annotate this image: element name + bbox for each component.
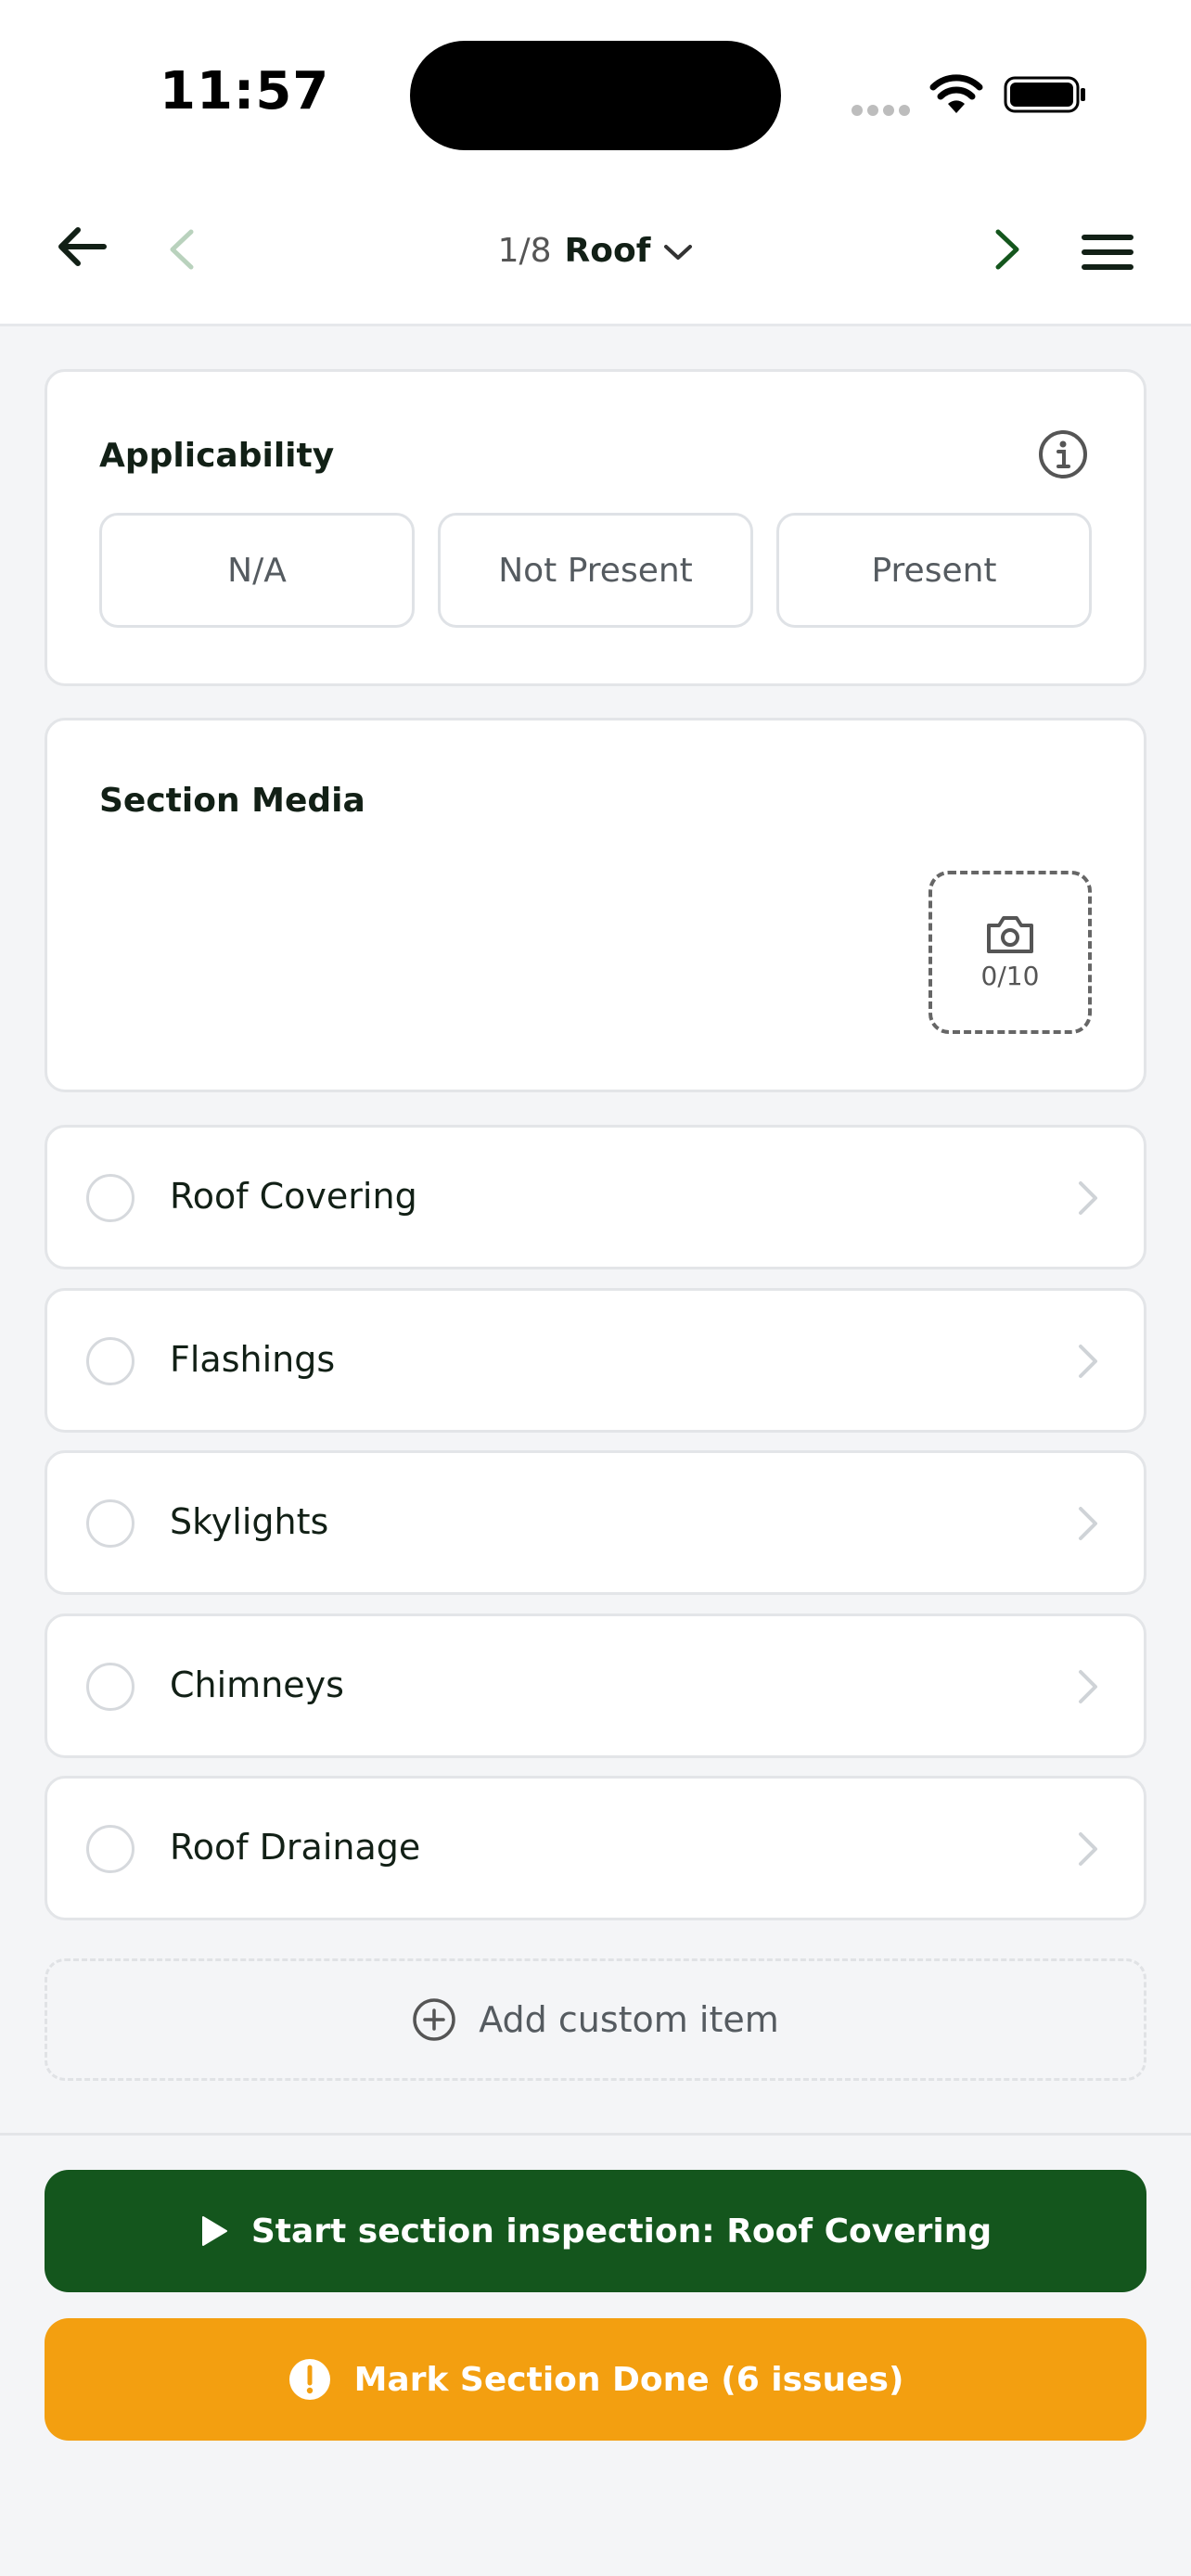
- camera-icon: [987, 915, 1033, 953]
- item-label: Skylights: [170, 1501, 329, 1542]
- list-item-roof-covering[interactable]: Roof Covering: [45, 1125, 1146, 1269]
- item-label: Roof Drainage: [170, 1827, 421, 1868]
- chevron-right-icon: [1079, 1345, 1097, 1378]
- section-name: Roof: [564, 232, 651, 270]
- chevron-right-icon: [1079, 1507, 1097, 1540]
- list-item-flashings[interactable]: Flashings: [45, 1288, 1146, 1433]
- photo-count: 0/10: [980, 960, 1040, 991]
- start-section-inspection-button[interactable]: Start section inspection: Roof Covering: [45, 2170, 1146, 2292]
- list-item-roof-drainage[interactable]: Roof Drainage: [45, 1776, 1146, 1920]
- next-section-chevron-icon[interactable]: [994, 228, 1022, 271]
- play-icon: [201, 2216, 227, 2246]
- add-custom-item-button[interactable]: Add custom item: [45, 1958, 1146, 2081]
- cellular-signal-icon: [852, 102, 915, 120]
- item-status-circle[interactable]: [86, 1499, 134, 1548]
- section-media-card: Section Media 0/10: [45, 718, 1146, 1092]
- dynamic-island: [410, 41, 781, 150]
- chevron-down-icon: [664, 245, 693, 260]
- header: 11:57 1/8 Roof: [0, 0, 1191, 326]
- section-count: 1/8: [497, 232, 552, 270]
- list-item-skylights[interactable]: Skylights: [45, 1450, 1146, 1595]
- wifi-icon: [929, 74, 983, 113]
- start-section-inspection-label: Start section inspection: Roof Covering: [250, 2212, 992, 2251]
- item-status-circle[interactable]: [86, 1174, 134, 1222]
- list-item-chimneys[interactable]: Chimneys: [45, 1613, 1146, 1758]
- alert-circle-icon: [288, 2359, 330, 2400]
- mark-section-done-button[interactable]: Mark Section Done (6 issues): [45, 2318, 1146, 2441]
- applicability-title: Applicability: [99, 437, 335, 475]
- applicability-card: Applicability N/A Not Present Present: [45, 369, 1146, 686]
- chevron-right-icon: [1079, 1181, 1097, 1215]
- battery-icon: [1004, 76, 1085, 113]
- item-label: Chimneys: [170, 1664, 344, 1705]
- status-time: 11:57: [160, 61, 330, 121]
- item-status-circle[interactable]: [86, 1825, 134, 1873]
- applicability-present-button[interactable]: Present: [776, 513, 1092, 628]
- info-icon[interactable]: [1038, 429, 1088, 479]
- footer-divider: [0, 2133, 1191, 2136]
- add-photo-button[interactable]: 0/10: [928, 871, 1092, 1034]
- chevron-right-icon: [1079, 1670, 1097, 1703]
- chevron-right-icon: [1079, 1832, 1097, 1866]
- applicability-not-present-button[interactable]: Not Present: [438, 513, 753, 628]
- item-status-circle[interactable]: [86, 1663, 134, 1711]
- item-status-circle[interactable]: [86, 1337, 134, 1385]
- applicability-na-button[interactable]: N/A: [99, 513, 415, 628]
- mark-section-done-label: Mark Section Done (6 issues): [353, 2360, 904, 2399]
- section-media-title: Section Media: [99, 782, 365, 820]
- add-custom-item-label: Add custom item: [479, 1999, 779, 2040]
- item-label: Roof Covering: [170, 1176, 417, 1217]
- plus-circle-icon: [413, 1998, 455, 2041]
- item-label: Flashings: [170, 1339, 336, 1380]
- hamburger-menu-icon[interactable]: [1082, 234, 1133, 271]
